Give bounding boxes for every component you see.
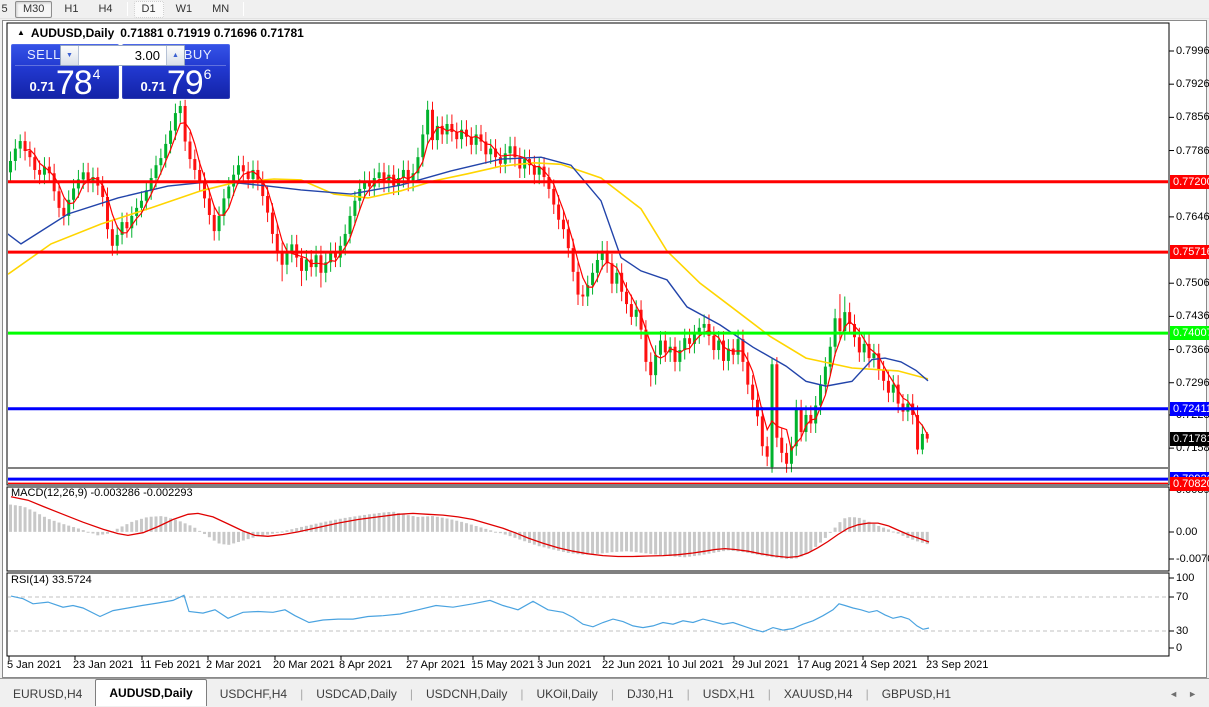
- mt4-terminal: 5 M30 H1 H4 D1 W1 MN ▲ AUDUSD,Daily 0.71881 0.…: [0, 0, 1209, 707]
- price-tick-label: 0.73660: [1176, 343, 1209, 356]
- chart-tab-usdx-h1[interactable]: USDX,H1: [690, 682, 768, 706]
- sell-price-pips: 78: [55, 64, 93, 102]
- price-tick-label: 30: [1176, 625, 1189, 637]
- timeframe-button-w1[interactable]: W1: [168, 1, 201, 18]
- date-tick-label: 8 Apr 2021: [339, 659, 393, 671]
- chevron-up-icon: ▲: [172, 52, 179, 59]
- date-tick-label: 22 Jun 2021: [602, 659, 663, 671]
- price-tick-label: 0.72960: [1176, 376, 1209, 389]
- price-line-label: 0.75716: [1170, 245, 1209, 260]
- sell-price-point: 4: [92, 66, 101, 82]
- volume-increase-button[interactable]: ▲: [166, 46, 184, 65]
- timeframe-button-h4[interactable]: H4: [90, 1, 120, 18]
- ohlc-values: 0.71881 0.71919 0.71696 0.71781: [120, 26, 304, 40]
- date-tick-label: 20 Mar 2021: [273, 659, 335, 671]
- date-tick-label: 4 Sep 2021: [861, 659, 918, 671]
- plot-svg[interactable]: [3, 21, 1206, 677]
- main-pane: [8, 99, 1168, 484]
- price-tick-label: 0.76460: [1176, 210, 1209, 223]
- price-tick-label: -0.007013: [1176, 553, 1209, 565]
- chevron-down-icon: ▼: [66, 52, 73, 59]
- timeframe-button-5[interactable]: 5: [0, 1, 11, 18]
- tabs-scroll-left-icon[interactable]: ◄: [1169, 689, 1178, 699]
- price-tick-label: 0.75060: [1176, 277, 1209, 290]
- volume-control: ▼ 3.00 ▲: [60, 45, 185, 66]
- price-tick-label: 0.74360: [1176, 310, 1209, 323]
- macd-indicator-label: MACD(12,26,9) -0.003286 -0.002293: [11, 487, 193, 499]
- date-tick-label: 27 Apr 2021: [406, 659, 466, 671]
- date-tick-label: 11 Feb 2021: [140, 659, 201, 671]
- tabs-scroll-right-icon[interactable]: ►: [1188, 689, 1197, 699]
- timeframe-button-h1[interactable]: H1: [56, 1, 86, 18]
- price-tick-label: 0: [1176, 642, 1183, 654]
- timeframe-button-mn[interactable]: MN: [204, 1, 237, 18]
- sell-button[interactable]: SELL: [27, 47, 61, 62]
- buy-price-pips: 79: [166, 64, 204, 102]
- date-tick-label: 29 Jul 2021: [732, 659, 789, 671]
- toolbar-separator: [243, 2, 245, 16]
- date-tick-label: 3 Jun 2021: [537, 659, 592, 671]
- symbol-period-label: AUDUSD,Daily: [30, 26, 115, 40]
- price-tick-label: 100: [1176, 572, 1195, 584]
- price-tick-label: 0.00: [1176, 526, 1198, 538]
- price-line-label: 0.74007: [1170, 326, 1209, 341]
- chart-tab-audusd-daily[interactable]: AUDUSD,Daily: [95, 679, 207, 706]
- buy-price-point: 6: [203, 66, 212, 82]
- rsi-indicator-label: RSI(14) 33.5724: [11, 574, 92, 586]
- date-tick-label: 23 Jan 2021: [73, 659, 134, 671]
- price-tick-label: 0.77860: [1176, 144, 1209, 157]
- timeframe-toolbar: 5 M30 H1 H4 D1 W1 MN: [0, 0, 1209, 19]
- price-tick-label: 70: [1176, 591, 1189, 603]
- price-tick-label: 0.79260: [1176, 78, 1209, 91]
- collapse-panel-icon[interactable]: ▲: [17, 28, 25, 37]
- chart-tab-ukoil-daily[interactable]: UKOil,Daily: [523, 682, 610, 706]
- timeframe-button-d1[interactable]: D1: [133, 0, 164, 18]
- toolbar-separator: [126, 2, 128, 16]
- date-tick-label: 5 Jan 2021: [7, 659, 62, 671]
- one-click-trade-panel: SELL 0.71 78 4 BUY 0.71 79 6 ▼ 3.00 ▲: [11, 44, 230, 102]
- pane-frames: [6, 22, 1174, 660]
- chart-tab-xauusd-h4[interactable]: XAUUSD,H4: [771, 682, 866, 706]
- date-tick-label: 15 May 2021: [471, 659, 535, 671]
- buy-price-prefix: 0.71: [140, 79, 166, 94]
- chart-window: ▲ AUDUSD,Daily 0.71881 0.71919 0.71696 0…: [2, 20, 1209, 678]
- macd-pane: [9, 496, 930, 559]
- chart-tab-eurusd-h4[interactable]: EURUSD,H4: [0, 682, 95, 706]
- chart-tab-usdchf-h4[interactable]: USDCHF,H4: [207, 682, 300, 706]
- price-tick-label: 0.78560: [1176, 111, 1209, 124]
- buy-button[interactable]: BUY: [184, 47, 212, 62]
- price-line-label: 0.72411: [1170, 401, 1209, 416]
- date-tick-label: 2 Mar 2021: [206, 659, 262, 671]
- sell-price-prefix: 0.71: [29, 79, 55, 94]
- date-tick-label: 10 Jul 2021: [667, 659, 724, 671]
- sell-price[interactable]: 0.71 78 4: [11, 64, 119, 102]
- price-line-label: 0.70820: [1170, 477, 1209, 492]
- volume-decrease-button[interactable]: ▼: [61, 46, 79, 65]
- buy-price[interactable]: 0.71 79 6: [122, 64, 230, 102]
- price-line-label: 0.77200: [1170, 174, 1209, 189]
- date-tick-label: 23 Sep 2021: [926, 659, 989, 671]
- chart-tab-bar: EURUSD,H4 AUDUSD,Daily USDCHF,H4 | USDCAD,Da…: [0, 678, 1209, 707]
- chart-tab-dj30-h1[interactable]: DJ30,H1: [614, 682, 687, 706]
- price-tick-label: 0.79960: [1176, 45, 1209, 57]
- chart-title: ▲ AUDUSD,Daily 0.71881 0.71919 0.71696 0…: [17, 26, 304, 40]
- timeframe-button-m30[interactable]: M30: [15, 0, 53, 18]
- date-tick-label: 17 Aug 2021: [797, 659, 859, 671]
- chart-tab-gbpusd-h1[interactable]: GBPUSD,H1: [869, 682, 964, 706]
- chart-tab-usdcad-daily[interactable]: USDCAD,Daily: [303, 682, 410, 706]
- price-line-label: 0.71781: [1170, 431, 1209, 446]
- chart-tab-usdcnh-daily[interactable]: USDCNH,Daily: [413, 682, 520, 706]
- volume-input[interactable]: 3.00: [79, 46, 166, 65]
- rsi-pane: [8, 594, 1168, 633]
